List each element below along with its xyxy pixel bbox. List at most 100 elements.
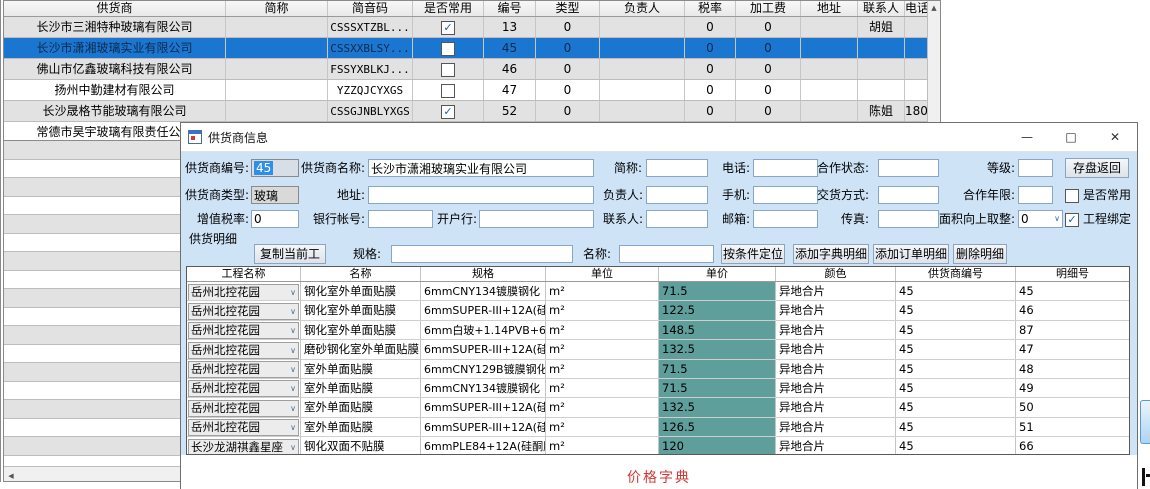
supplier-list-item[interactable] — [4, 178, 182, 197]
project-combo[interactable]: 岳州北控花园∨ — [188, 342, 299, 359]
coop-years-field[interactable] — [1018, 186, 1053, 204]
detail-row[interactable]: 岳州北控花园∨ 室外单面贴膜 6mmCNY129B镀膜钢化 m² 71.5 异地… — [187, 360, 1129, 379]
supplier-list-item[interactable] — [4, 271, 182, 290]
bank-account-field[interactable] — [368, 210, 433, 228]
supplier-list-item[interactable] — [4, 215, 182, 234]
maximize-button[interactable]: □ — [1049, 123, 1093, 151]
scroll-up-icon[interactable]: ▲ — [928, 1, 940, 15]
coop-status-field[interactable] — [878, 159, 939, 177]
col-header-leader[interactable]: 负责人 — [600, 1, 685, 16]
detail-row[interactable]: 岳州北控花园∨ 室外单面贴膜 6mmSUPER-III+12A(硅... m² … — [187, 398, 1129, 417]
leader-field[interactable] — [646, 186, 708, 204]
detail-row[interactable]: 岳州北控花园∨ 钢化室外单面贴膜 6mmCNY134镀膜钢化 m² 71.5 异… — [187, 282, 1129, 301]
col-header-color[interactable]: 颜色 — [776, 267, 896, 281]
col-header-phone[interactable]: 电话 — [905, 1, 927, 16]
col-header-common[interactable]: 是否常用 — [413, 1, 484, 16]
is-common-checkbox[interactable]: 是否常用 — [1065, 185, 1131, 205]
supplier-row[interactable]: 长沙市潇湘玻璃实业有限公司 CSSXXBLSY... 45 0 0 0 — [4, 38, 927, 59]
supplier-row[interactable]: 长沙晟格节能玻璃有限公司 CSSGJNBLYXGS 52 0 0 0 陈姐 18… — [4, 101, 927, 122]
col-header-tax[interactable]: 税率 — [685, 1, 736, 16]
detail-row[interactable]: 岳州北控花园∨ 钢化室外单面贴膜 6mm白玻+1.14PVB+6mm... m²… — [187, 321, 1129, 340]
grid-vertical-scrollbar[interactable]: ▲ — [927, 1, 940, 141]
project-combo[interactable]: 岳州北控花园∨ — [188, 361, 299, 378]
project-combo[interactable]: 岳州北控花园∨ — [188, 284, 299, 301]
supplier-list-item[interactable] — [4, 326, 182, 345]
supplier-id-field[interactable]: 45 — [251, 159, 299, 177]
spec-filter-field[interactable] — [391, 245, 573, 263]
contact-cell — [858, 59, 905, 79]
scroll-left-icon[interactable]: ◀ — [4, 469, 18, 482]
project-bind-checkbox[interactable]: 工程绑定 — [1065, 209, 1131, 229]
col-header-type[interactable]: 类型 — [536, 1, 600, 16]
close-button[interactable]: ✕ — [1093, 123, 1137, 151]
copy-project-button[interactable]: 复制当前工程 — [254, 244, 326, 264]
locate-button[interactable]: 按条件定位 — [721, 244, 785, 264]
supplier-list-item[interactable] — [4, 419, 182, 438]
add-dict-detail-button[interactable]: 添加字典明细 — [793, 244, 869, 264]
common-checkbox[interactable] — [441, 84, 455, 98]
supplier-list-item[interactable] — [4, 160, 182, 179]
col-header-project[interactable]: 工程名称 — [187, 267, 301, 281]
col-header-id[interactable]: 编号 — [484, 1, 536, 16]
supplier-list-item[interactable] — [4, 308, 182, 327]
col-header-unit[interactable]: 单位 — [546, 267, 659, 281]
supplier-list-item[interactable] — [4, 197, 182, 216]
list-horizontal-scrollbar[interactable]: ◀ — [4, 466, 182, 481]
area-round-up-combo[interactable]: 0∨ — [1018, 210, 1063, 228]
detail-row[interactable]: 岳州北控花园∨ 室外单面贴膜 6mmCNY134镀膜钢化 m² 71.5 异地合… — [187, 379, 1129, 398]
col-header-short-name[interactable]: 简称 — [226, 1, 328, 16]
common-checkbox[interactable] — [441, 21, 455, 35]
supplier-list-item[interactable] — [4, 400, 182, 419]
col-header-supplier-id[interactable]: 供货商编号 — [896, 267, 1016, 281]
save-return-button[interactable]: 存盘返回 — [1065, 158, 1129, 178]
supplier-row[interactable]: 长沙市三湘特种玻璃有限公司 CSSSXTZBL... 13 0 0 0 胡姐 — [4, 17, 927, 38]
grade-field[interactable] — [1018, 159, 1053, 177]
col-header-name[interactable]: 名称 — [301, 267, 421, 281]
supplier-name-field[interactable] — [368, 159, 594, 177]
col-header-supplier[interactable]: 供货商 — [4, 1, 226, 16]
project-combo[interactable]: 岳州北控花园∨ — [188, 419, 299, 436]
supplier-list-item[interactable] — [4, 345, 182, 364]
common-checkbox[interactable] — [441, 42, 455, 56]
dialog-titlebar[interactable]: 供货商信息 — □ ✕ — [181, 123, 1137, 152]
name-filter-field[interactable] — [619, 245, 714, 263]
common-checkbox[interactable] — [441, 105, 455, 119]
contact-field[interactable] — [646, 210, 708, 228]
type-cell: 0 — [536, 101, 600, 121]
col-header-detail-id[interactable]: 明细号 — [1016, 267, 1129, 281]
address-field[interactable] — [368, 186, 594, 204]
supplier-list-item[interactable] — [4, 382, 182, 401]
col-header-code[interactable]: 简音码 — [328, 1, 413, 16]
add-order-detail-button[interactable]: 添加订单明细 — [873, 244, 949, 264]
supplier-list-item[interactable] — [4, 289, 182, 308]
delete-detail-button[interactable]: 删除明细 — [953, 244, 1007, 264]
bank-name-field[interactable] — [479, 210, 594, 228]
supplier-list-item[interactable] — [4, 234, 182, 253]
minimize-button[interactable]: — — [1005, 123, 1049, 151]
supplier-row[interactable]: 扬州中勤建材有限公司 YZZQJCYXGS 47 0 0 0 — [4, 80, 927, 101]
short-name-field[interactable] — [646, 159, 708, 177]
supplier-list-item[interactable] — [4, 252, 182, 271]
supplier-list-item[interactable] — [4, 141, 182, 160]
col-header-spec[interactable]: 规格 — [421, 267, 546, 281]
detail-row[interactable]: 长沙龙湖祺鑫星座∨ 钢化双面不贴膜 6mmPLE84+12A(硅酮胶... m²… — [187, 437, 1129, 455]
project-combo[interactable]: 岳州北控花园∨ — [188, 303, 299, 320]
project-combo[interactable]: 岳州北控花园∨ — [188, 400, 299, 417]
project-combo[interactable]: 岳州北控花园∨ — [188, 380, 299, 397]
supplier-list-item[interactable] — [4, 363, 182, 382]
project-combo[interactable]: 长沙龙湖祺鑫星座∨ — [188, 439, 299, 455]
vat-rate-field[interactable] — [251, 210, 299, 228]
common-checkbox[interactable] — [441, 63, 455, 77]
detail-row[interactable]: 岳州北控花园∨ 钢化室外单面贴膜 6mmSUPER-III+12A(硅... m… — [187, 301, 1129, 320]
col-header-price[interactable]: 单价 — [659, 267, 776, 281]
project-combo[interactable]: 岳州北控花园∨ — [188, 322, 299, 339]
col-header-address[interactable]: 地址 — [801, 1, 858, 16]
col-header-fee[interactable]: 加工费 — [736, 1, 801, 16]
detail-row[interactable]: 岳州北控花园∨ 磨砂钢化室外单面贴膜 6mmSUPER-III+12A(硅...… — [187, 340, 1129, 359]
detail-row[interactable]: 岳州北控花园∨ 室外单面贴膜 6mmSUPER-III+12A(硅... m² … — [187, 418, 1129, 437]
col-header-contact[interactable]: 联系人 — [858, 1, 905, 16]
supplier-list-item[interactable] — [4, 456, 182, 466]
supplier-list-item[interactable] — [4, 437, 182, 456]
supplier-type-field[interactable] — [251, 186, 299, 204]
supplier-row[interactable]: 佛山市亿鑫玻璃科技有限公司 FSSYXBLKJ... 46 0 0 0 — [4, 59, 927, 80]
